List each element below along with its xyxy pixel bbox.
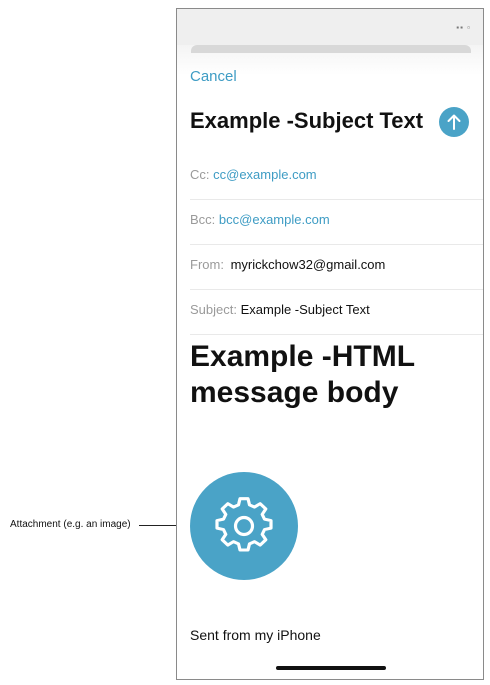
subject-label: Subject: <box>190 302 237 317</box>
attachment-annotation-label: Attachment (e.g. an image) <box>10 519 131 530</box>
figure-canvas: Attachment (e.g. an image) ▪▪ ▫ Cancel E… <box>0 0 490 685</box>
home-indicator[interactable] <box>276 666 386 670</box>
stacked-sheet-edge <box>191 45 471 53</box>
cc-field-row[interactable]: Cc: cc@example.com <box>190 155 483 200</box>
compose-subject-title: Example -Subject Text <box>190 108 424 133</box>
email-signature: Sent from my iPhone <box>190 627 321 643</box>
from-field-row[interactable]: From: myrickchow32@gmail.com <box>190 245 483 290</box>
send-button[interactable] <box>439 107 469 137</box>
cancel-button[interactable]: Cancel <box>190 68 237 85</box>
arrow-up-icon <box>447 114 461 130</box>
from-value[interactable]: myrickchow32@gmail.com <box>231 257 386 272</box>
subject-value[interactable]: Example -Subject Text <box>241 302 370 317</box>
message-body-heading[interactable]: Example -HTML message body <box>190 339 470 411</box>
cc-value[interactable]: cc@example.com <box>213 167 317 182</box>
bcc-value[interactable]: bcc@example.com <box>219 212 330 227</box>
attachment-image[interactable] <box>190 472 298 580</box>
bcc-field-row[interactable]: Bcc: bcc@example.com <box>190 200 483 245</box>
bcc-label: Bcc: <box>190 212 216 227</box>
body-heading-line-1: Example -HTML <box>190 340 416 373</box>
status-bar: ▪▪ ▫ <box>177 9 483 49</box>
gear-icon <box>215 497 273 552</box>
phone-screen: ▪▪ ▫ Cancel Example -Subject Text Cc: cc… <box>176 8 484 680</box>
body-heading-line-2: message body <box>190 376 399 409</box>
from-label: From: <box>190 257 224 272</box>
cc-label: Cc: <box>190 167 210 182</box>
subject-field-row[interactable]: Subject: Example -Subject Text <box>190 290 483 335</box>
status-icons: ▪▪ ▫ <box>456 23 471 32</box>
